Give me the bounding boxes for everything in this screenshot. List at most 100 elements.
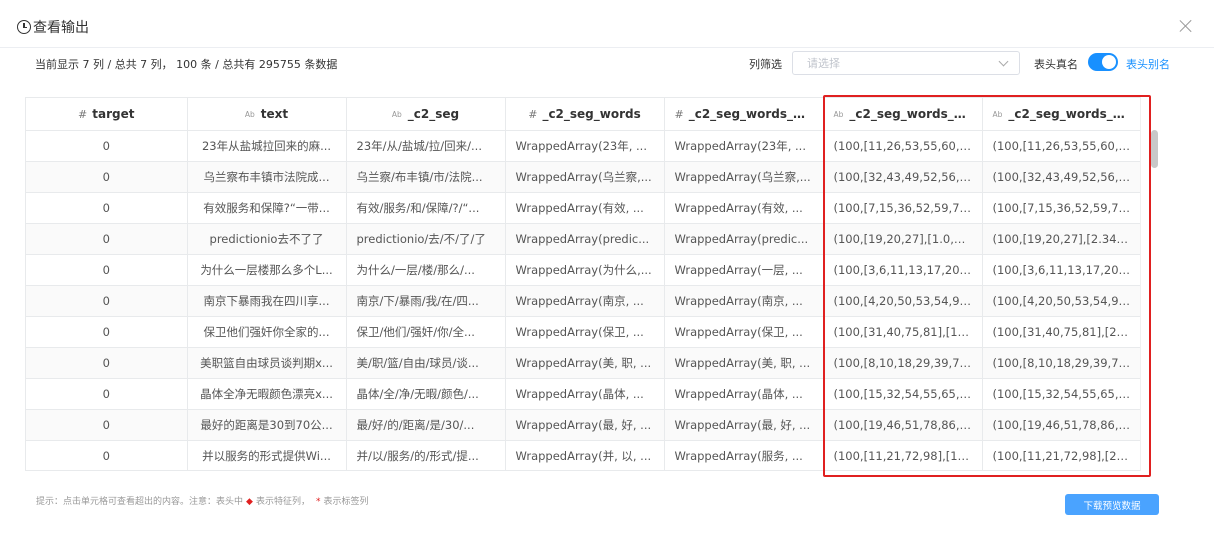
column-header-1[interactable]: Ab text: [187, 98, 347, 131]
table-cell[interactable]: WrappedArray(晶体, ...: [505, 378, 665, 410]
table-cell[interactable]: 晶体全净无暇颜色漂亮x...: [187, 378, 347, 410]
table-cell[interactable]: 美职篮自由球员谈判期x...: [187, 347, 347, 379]
table-cell[interactable]: (100,[7,15,36,52,59,70,...: [823, 192, 983, 224]
table-cell[interactable]: WrappedArray(美, 职, ...: [664, 347, 824, 379]
column-header-5[interactable]: Ab _c2_seg_words_fil...: [823, 98, 983, 131]
table-cell[interactable]: 并/以/服务/的/形式/提...: [346, 440, 506, 470]
table-cell[interactable]: 0: [26, 378, 188, 410]
table-cell[interactable]: (100,[8,10,18,29,39,70,...: [982, 347, 1142, 379]
table-cell[interactable]: (100,[19,20,27],[1.0,1.0...: [823, 223, 983, 255]
table-cell[interactable]: 乌兰察布丰镇市法院成...: [187, 161, 347, 193]
table-cell[interactable]: 0: [26, 285, 188, 317]
table-cell[interactable]: (100,[11,21,72,98],[1.0,...: [823, 440, 983, 470]
table-cell[interactable]: 美/职/篮/自由/球员/谈...: [346, 347, 506, 379]
table-cell[interactable]: 0: [26, 161, 188, 193]
table-cell[interactable]: 有效服务和保障?“一带...: [187, 192, 347, 224]
table-cell[interactable]: WrappedArray(晶体, ...: [664, 378, 824, 410]
table-cell[interactable]: (100,[3,6,11,13,17,20,2...: [982, 254, 1142, 286]
table-cell[interactable]: (100,[19,46,51,78,86,9...: [982, 409, 1142, 441]
table-cell[interactable]: WrappedArray(一层, ...: [664, 254, 824, 286]
table-cell[interactable]: (100,[15,32,54,55,65,7...: [982, 378, 1142, 410]
column-header-label: _c2_seg_words_fil...: [849, 106, 981, 121]
column-filter-input[interactable]: [793, 52, 983, 75]
table-row: 0 并以服务的形式提供Wi... 并/以/服务/的/形式/提... WrappedAr…: [26, 440, 1142, 470]
table-cell[interactable]: (100,[31,40,75,81],[2.2...: [982, 316, 1142, 348]
table-cell[interactable]: (100,[19,46,51,78,86,9...: [823, 409, 983, 441]
table-cell[interactable]: (100,[15,32,54,55,65,7...: [823, 378, 983, 410]
table-cell[interactable]: 23年从盐城拉回来的麻...: [187, 130, 347, 162]
table-cell[interactable]: (100,[32,43,49,52,56,6...: [823, 161, 983, 193]
table-cell[interactable]: 晶体/全/净/无暇/颜色/...: [346, 378, 506, 410]
table-cell[interactable]: (100,[32,43,49,52,56,6...: [982, 161, 1142, 193]
table-cell[interactable]: 0: [26, 409, 188, 441]
output-table-container: # target Ab text Ab _c2_seg # _c2_seg_words # _c2…: [25, 97, 1158, 471]
table-cell[interactable]: WrappedArray(有效, ...: [505, 192, 665, 224]
table-cell[interactable]: (100,[19,20,27],[2.345...: [982, 223, 1142, 255]
table-scrollbar-thumb[interactable]: [1151, 130, 1158, 168]
table-cell[interactable]: (100,[31,40,75,81],[1.0,...: [823, 316, 983, 348]
table-cell[interactable]: WrappedArray(乌兰察,...: [505, 161, 665, 193]
table-cell[interactable]: WrappedArray(保卫, ...: [664, 316, 824, 348]
table-cell[interactable]: WrappedArray(服务, ...: [664, 440, 824, 470]
table-cell[interactable]: 最/好/的/距离/是/30/...: [346, 409, 506, 441]
table-cell[interactable]: predictionio去不了了: [187, 223, 347, 255]
table-cell[interactable]: predictionio/去/不/了/了: [346, 223, 506, 255]
table-row: 0 23年从盐城拉回来的麻... 23年/从/盐城/拉/回来/... WrappedA…: [26, 130, 1142, 162]
table-cell[interactable]: 0: [26, 316, 188, 348]
column-header-2[interactable]: Ab _c2_seg: [346, 98, 506, 131]
table-cell[interactable]: (100,[11,26,53,55,60,6...: [982, 130, 1142, 162]
header-name-toggle[interactable]: [1088, 53, 1118, 71]
table-cell[interactable]: 并以服务的形式提供Wi...: [187, 440, 347, 470]
table-cell[interactable]: 为什么/一层/楼/那么/...: [346, 254, 506, 286]
column-header-0[interactable]: # target: [26, 98, 188, 131]
table-cell[interactable]: WrappedArray(23年, ...: [505, 130, 665, 162]
table-cell[interactable]: (100,[8,10,18,29,39,70,...: [823, 347, 983, 379]
table-cell[interactable]: 23年/从/盐城/拉/回来/...: [346, 130, 506, 162]
table-cell[interactable]: WrappedArray(最, 好, ...: [505, 409, 665, 441]
table-cell[interactable]: 0: [26, 192, 188, 224]
table-cell[interactable]: 保卫/他们/强奸/你/全...: [346, 316, 506, 348]
table-cell[interactable]: 0: [26, 347, 188, 379]
table-cell[interactable]: WrappedArray(23年, ...: [664, 130, 824, 162]
table-cell[interactable]: WrappedArray(南京, ...: [505, 285, 665, 317]
table-cell[interactable]: WrappedArray(保卫, ...: [505, 316, 665, 348]
table-cell[interactable]: WrappedArray(predic...: [505, 223, 665, 255]
table-cell[interactable]: 乌兰察/布丰镇/市/法院...: [346, 161, 506, 193]
table-cell[interactable]: WrappedArray(为什么,...: [505, 254, 665, 286]
table-cell[interactable]: (100,[3,6,11,13,17,20,2...: [823, 254, 983, 286]
table-row: 0 南京下暴雨我在四川享... 南京/下/暴雨/我/在/四... WrappedArr…: [26, 285, 1142, 317]
table-cell[interactable]: (100,[4,20,50,53,54,94]...: [823, 285, 983, 317]
column-header-4[interactable]: # _c2_seg_words_fil...: [664, 98, 824, 131]
table-cell[interactable]: WrappedArray(最, 好, ...: [664, 409, 824, 441]
table-cell[interactable]: 0: [26, 440, 188, 470]
table-cell[interactable]: 南京/下/暴雨/我/在/四...: [346, 285, 506, 317]
table-cell[interactable]: 有效/服务/和/保障/?/“...: [346, 192, 506, 224]
table-cell[interactable]: WrappedArray(predic...: [664, 223, 824, 255]
table-cell[interactable]: (100,[4,20,50,53,54,94]...: [982, 285, 1142, 317]
table-cell[interactable]: 0: [26, 223, 188, 255]
table-cell[interactable]: (100,[11,26,53,55,60,6...: [823, 130, 983, 162]
column-header-6[interactable]: Ab _c2_seg_words_filt...: [982, 98, 1142, 131]
table-cell[interactable]: WrappedArray(南京, ...: [664, 285, 824, 317]
column-header-label: _c2_seg_words: [542, 106, 641, 121]
table-cell[interactable]: 最好的距离是30到70公...: [187, 409, 347, 441]
download-preview-button[interactable]: 下载预览数据: [1065, 494, 1159, 515]
table-cell[interactable]: 0: [26, 254, 188, 286]
table-cell[interactable]: WrappedArray(有效, ...: [664, 192, 824, 224]
data-summary: 当前显示 7 列 / 总共 7 列， 100 条 / 总共有 295755 条数…: [35, 58, 338, 71]
table-cell[interactable]: (100,[11,21,72,98],[2.3...: [982, 440, 1142, 470]
table-cell[interactable]: 保卫他们强奸你全家的...: [187, 316, 347, 348]
table-body: 0 23年从盐城拉回来的麻... 23年/从/盐城/拉/回来/... WrappedA…: [26, 130, 1142, 470]
table-cell[interactable]: (100,[7,15,36,52,59,70,...: [982, 192, 1142, 224]
column-filter-select[interactable]: [792, 51, 1020, 75]
close-icon[interactable]: [1179, 19, 1193, 33]
table-cell[interactable]: WrappedArray(美, 职, ...: [505, 347, 665, 379]
table-cell[interactable]: WrappedArray(乌兰察,...: [664, 161, 824, 193]
table-cell[interactable]: WrappedArray(并, 以, ...: [505, 440, 665, 470]
numeric-type-icon: #: [528, 107, 538, 121]
table-cell[interactable]: 0: [26, 130, 188, 162]
column-header-3[interactable]: # _c2_seg_words: [505, 98, 665, 131]
table-cell[interactable]: 为什么一层楼那么多个L...: [187, 254, 347, 286]
table-cell[interactable]: 南京下暴雨我在四川享...: [187, 285, 347, 317]
hint-feature: 表示特征列，: [255, 497, 310, 507]
